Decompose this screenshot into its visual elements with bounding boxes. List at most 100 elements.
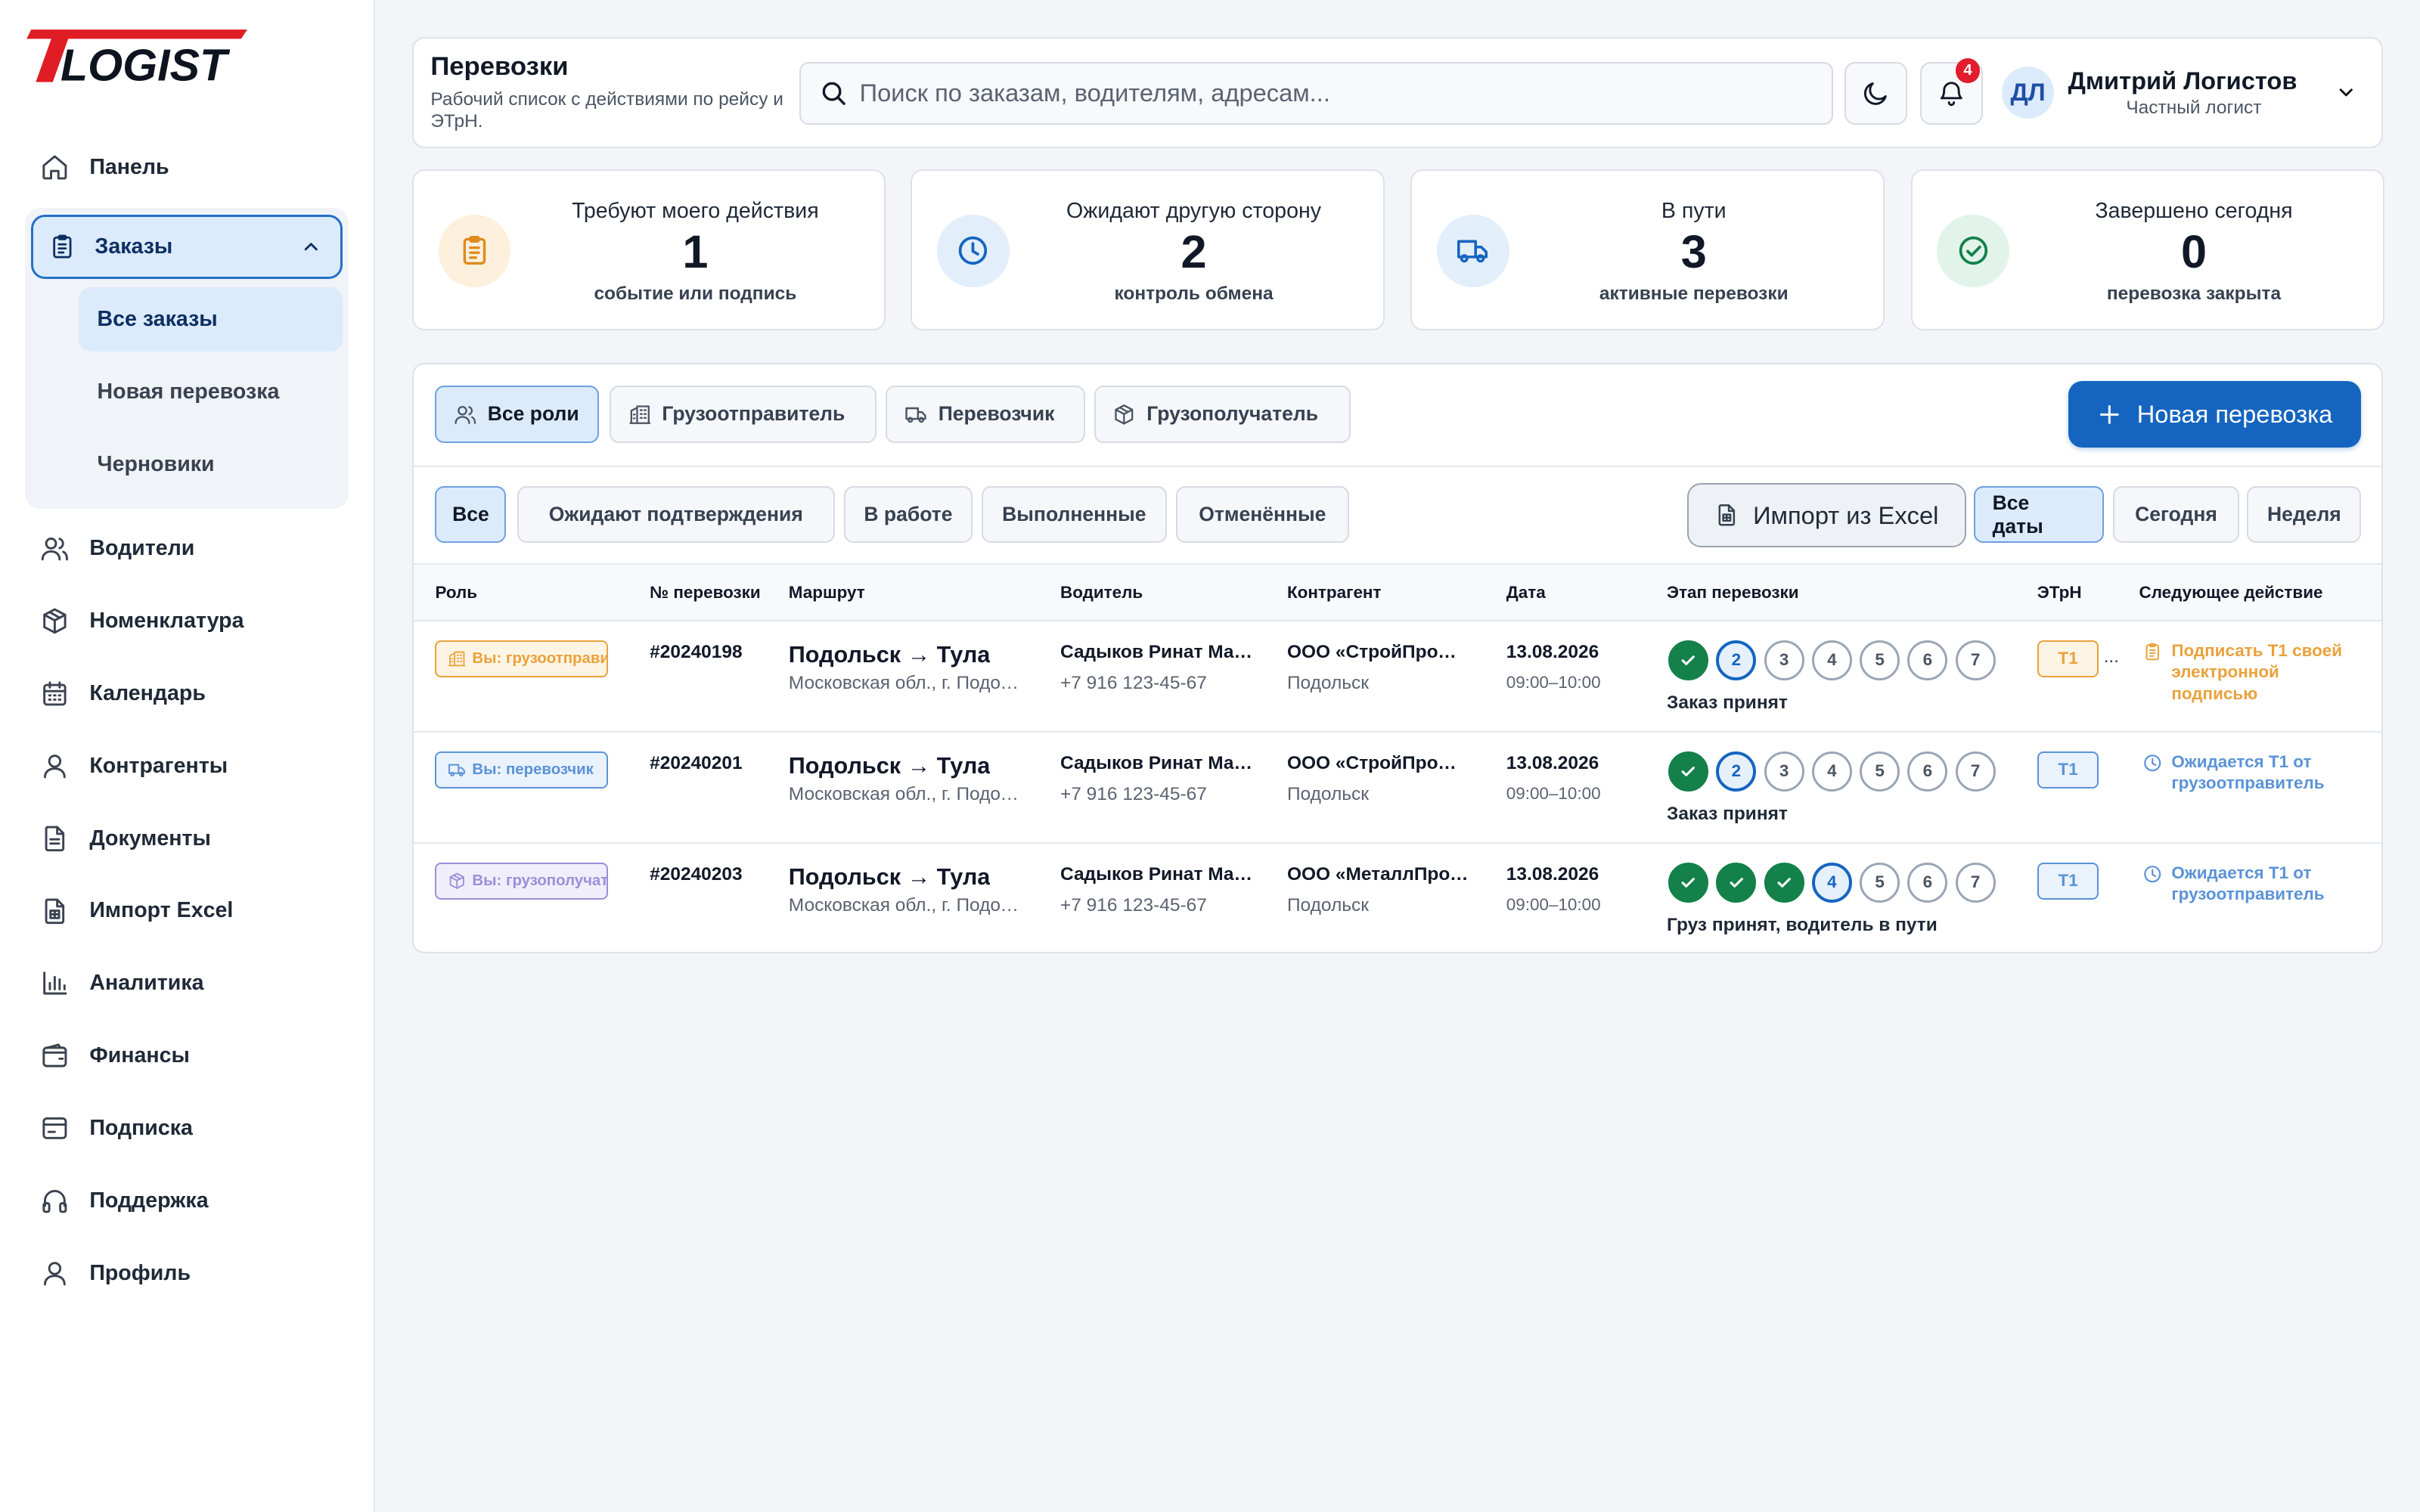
role-filter-all[interactable]: Все роли bbox=[435, 386, 599, 443]
etrn-more: ... bbox=[2103, 646, 2119, 668]
etrn-badge[interactable]: Т1 bbox=[2037, 862, 2099, 900]
stat-caption: контроль обмена bbox=[1114, 284, 1274, 305]
stage-label: Груз принят, водитель в пути bbox=[1667, 915, 1938, 936]
status-filter-cancelled[interactable]: Отменённые bbox=[1176, 485, 1349, 544]
sidebar-item-dashboard[interactable]: Панель bbox=[25, 131, 349, 203]
col-route[interactable]: Маршрут bbox=[789, 583, 865, 603]
col-number[interactable]: № перевозки bbox=[650, 583, 761, 603]
new-shipment-label: Новая перевозка bbox=[2136, 399, 2333, 428]
status-filter-in-progress[interactable]: В работе bbox=[844, 485, 973, 544]
logo[interactable]: LOGIST bbox=[22, 25, 253, 86]
role-filter-shipper[interactable]: Грузоотправитель bbox=[610, 386, 877, 443]
stat-icon-wrap bbox=[1436, 214, 1509, 287]
driver-phone: +7 916 123-45-67 bbox=[1060, 672, 1207, 693]
sidebar-item-documents[interactable]: Документы bbox=[25, 802, 349, 875]
status-filter-all[interactable]: Все bbox=[435, 485, 507, 544]
check-icon bbox=[1679, 762, 1697, 780]
shipment-time: 09:00–10:00 bbox=[1506, 783, 1601, 803]
sidebar-subitem-all-orders[interactable]: Все заказы bbox=[79, 287, 343, 352]
table-row[interactable]: Вы: грузоотправитель #20240198 Подольск → … bbox=[413, 621, 2381, 733]
import-excel-button[interactable]: Импорт из Excel bbox=[1686, 482, 1966, 548]
col-date[interactable]: Дата bbox=[1506, 583, 1546, 603]
moon-icon bbox=[1861, 79, 1891, 108]
etrn-badge[interactable]: Т1 bbox=[2037, 751, 2099, 789]
stage-step: 7 bbox=[1955, 640, 1996, 680]
theme-toggle-button[interactable] bbox=[1844, 61, 1908, 125]
sidebar-item-label: Календарь bbox=[89, 680, 206, 705]
sidebar-item-profile[interactable]: Профиль bbox=[25, 1237, 349, 1309]
table-row[interactable]: Вы: грузополучатель #20240203 Подольск → Т… bbox=[414, 844, 2381, 952]
col-counterparty[interactable]: Контрагент bbox=[1287, 583, 1382, 603]
sidebar-item-subscription[interactable]: Подписка bbox=[25, 1092, 349, 1165]
headphones-icon bbox=[40, 1186, 70, 1216]
stage-step: 3 bbox=[1764, 751, 1804, 792]
sidebar-item-support[interactable]: Поддержка bbox=[25, 1165, 349, 1238]
role-filter-consignee[interactable]: Грузополучатель bbox=[1094, 386, 1351, 443]
sidebar-subitem-new-shipment[interactable]: Новая перевозка bbox=[79, 359, 343, 424]
notifications-badge: 4 bbox=[1955, 58, 1981, 84]
filter-label: Грузополучатель bbox=[1146, 402, 1318, 426]
stat-value: 1 bbox=[682, 225, 709, 277]
sidebar-item-drivers[interactable]: Водители bbox=[25, 512, 349, 584]
etrn-badge[interactable]: Т1 bbox=[2037, 640, 2099, 677]
status-filter-bar: Все Ожидают подтверждения В работе Выполнен… bbox=[414, 467, 2381, 563]
check-circle-icon bbox=[1956, 234, 1990, 268]
stat-card[interactable]: Ожидают другую сторону 2 контроль обмена bbox=[911, 169, 1385, 330]
col-role[interactable]: Роль bbox=[435, 583, 477, 603]
chevron-up-icon[interactable] bbox=[300, 236, 322, 258]
stat-caption: активные перевозки bbox=[1599, 284, 1789, 305]
sidebar-item-finance[interactable]: Финансы bbox=[25, 1020, 349, 1092]
stat-card[interactable]: В пути 3 активные перевозки bbox=[1410, 169, 1885, 330]
stage-step: 7 bbox=[1955, 862, 1996, 903]
page-subtitle: Рабочий список с действиями по рейсу и Э… bbox=[430, 89, 783, 132]
sidebar-item-calendar[interactable]: Календарь bbox=[25, 657, 349, 730]
notifications-button[interactable]: 4 bbox=[1919, 58, 1984, 125]
sidebar-item-analytics[interactable]: Аналитика bbox=[25, 947, 349, 1020]
new-shipment-button[interactable]: Новая перевозка bbox=[2068, 381, 2362, 448]
sidebar-item-import-excel[interactable]: Импорт Excel bbox=[25, 875, 349, 947]
status-filter-done[interactable]: Выполненные bbox=[981, 485, 1167, 544]
col-driver[interactable]: Водитель bbox=[1060, 583, 1143, 603]
user-name[interactable]: Дмитрий Логистов bbox=[2068, 67, 2297, 95]
date-filter-all[interactable]: Все даты bbox=[1974, 485, 2104, 544]
sidebar-item-counterparties[interactable]: Контрагенты bbox=[25, 730, 349, 802]
next-action[interactable]: Ожидается Т1 от грузоотправитель bbox=[2142, 863, 2359, 906]
next-action[interactable]: Ожидается Т1 от грузоотправитель bbox=[2142, 751, 2359, 795]
stat-card[interactable]: Требуют моего действия 1 событие или подпи… bbox=[411, 169, 886, 330]
date-filter-week[interactable]: Неделя bbox=[2247, 485, 2362, 544]
shipment-number[interactable]: #20240201 bbox=[650, 753, 742, 774]
shipment-number[interactable]: #20240198 bbox=[650, 642, 742, 663]
role-badge-label: Вы: грузополучатель bbox=[472, 872, 609, 889]
sidebar-item-nomenclature[interactable]: Номенклатура bbox=[25, 584, 349, 657]
stage-step-done bbox=[1716, 862, 1757, 903]
table-row[interactable]: Вы: перевозчик #20240201 Подольск → Тула Мо… bbox=[413, 733, 2381, 844]
user-icon bbox=[40, 751, 70, 781]
shipment-number[interactable]: #20240203 bbox=[650, 864, 742, 885]
truck-icon bbox=[904, 403, 928, 426]
stage-step-done bbox=[1764, 862, 1804, 903]
search-input[interactable] bbox=[859, 79, 1832, 108]
sidebar-subitem-drafts[interactable]: Черновики bbox=[79, 432, 343, 497]
stage-stepper: 4567 bbox=[1668, 862, 1996, 903]
role-filter-carrier[interactable]: Перевозчик bbox=[886, 386, 1085, 443]
status-filter-pending[interactable]: Ожидают подтверждения bbox=[517, 485, 835, 544]
col-stage[interactable]: Этап перевозки bbox=[1667, 583, 1799, 603]
shipment-time: 09:00–10:00 bbox=[1506, 672, 1601, 692]
chevron-down-icon[interactable] bbox=[2335, 82, 2357, 104]
counterparty-name: ООО «СтройПромТорг» bbox=[1286, 752, 1469, 773]
stage-step: 2 bbox=[1716, 640, 1757, 680]
stage-step: 6 bbox=[1907, 751, 1948, 792]
page-title: Перевозки bbox=[430, 52, 569, 82]
next-action[interactable]: Подписать Т1 своей электронной подписью bbox=[2142, 640, 2359, 705]
building-icon bbox=[448, 649, 466, 668]
stat-icon-wrap bbox=[438, 214, 511, 287]
stat-card[interactable]: Завершено сегодня 0 перевозка закрыта bbox=[1910, 169, 2385, 330]
stat-value: 3 bbox=[1680, 225, 1707, 277]
counterparty-name: ООО «МеталлПромСнаб» bbox=[1286, 863, 1469, 885]
avatar[interactable]: ДЛ bbox=[2001, 66, 2055, 119]
col-etrn[interactable]: ЭТрН bbox=[2037, 583, 2082, 603]
col-next-action[interactable]: Следующее действие bbox=[2139, 583, 2323, 603]
user-role: Частный логист bbox=[2126, 97, 2262, 118]
date-filter-today[interactable]: Сегодня bbox=[2112, 485, 2240, 544]
sidebar-item-orders[interactable]: Заказы bbox=[30, 214, 343, 280]
